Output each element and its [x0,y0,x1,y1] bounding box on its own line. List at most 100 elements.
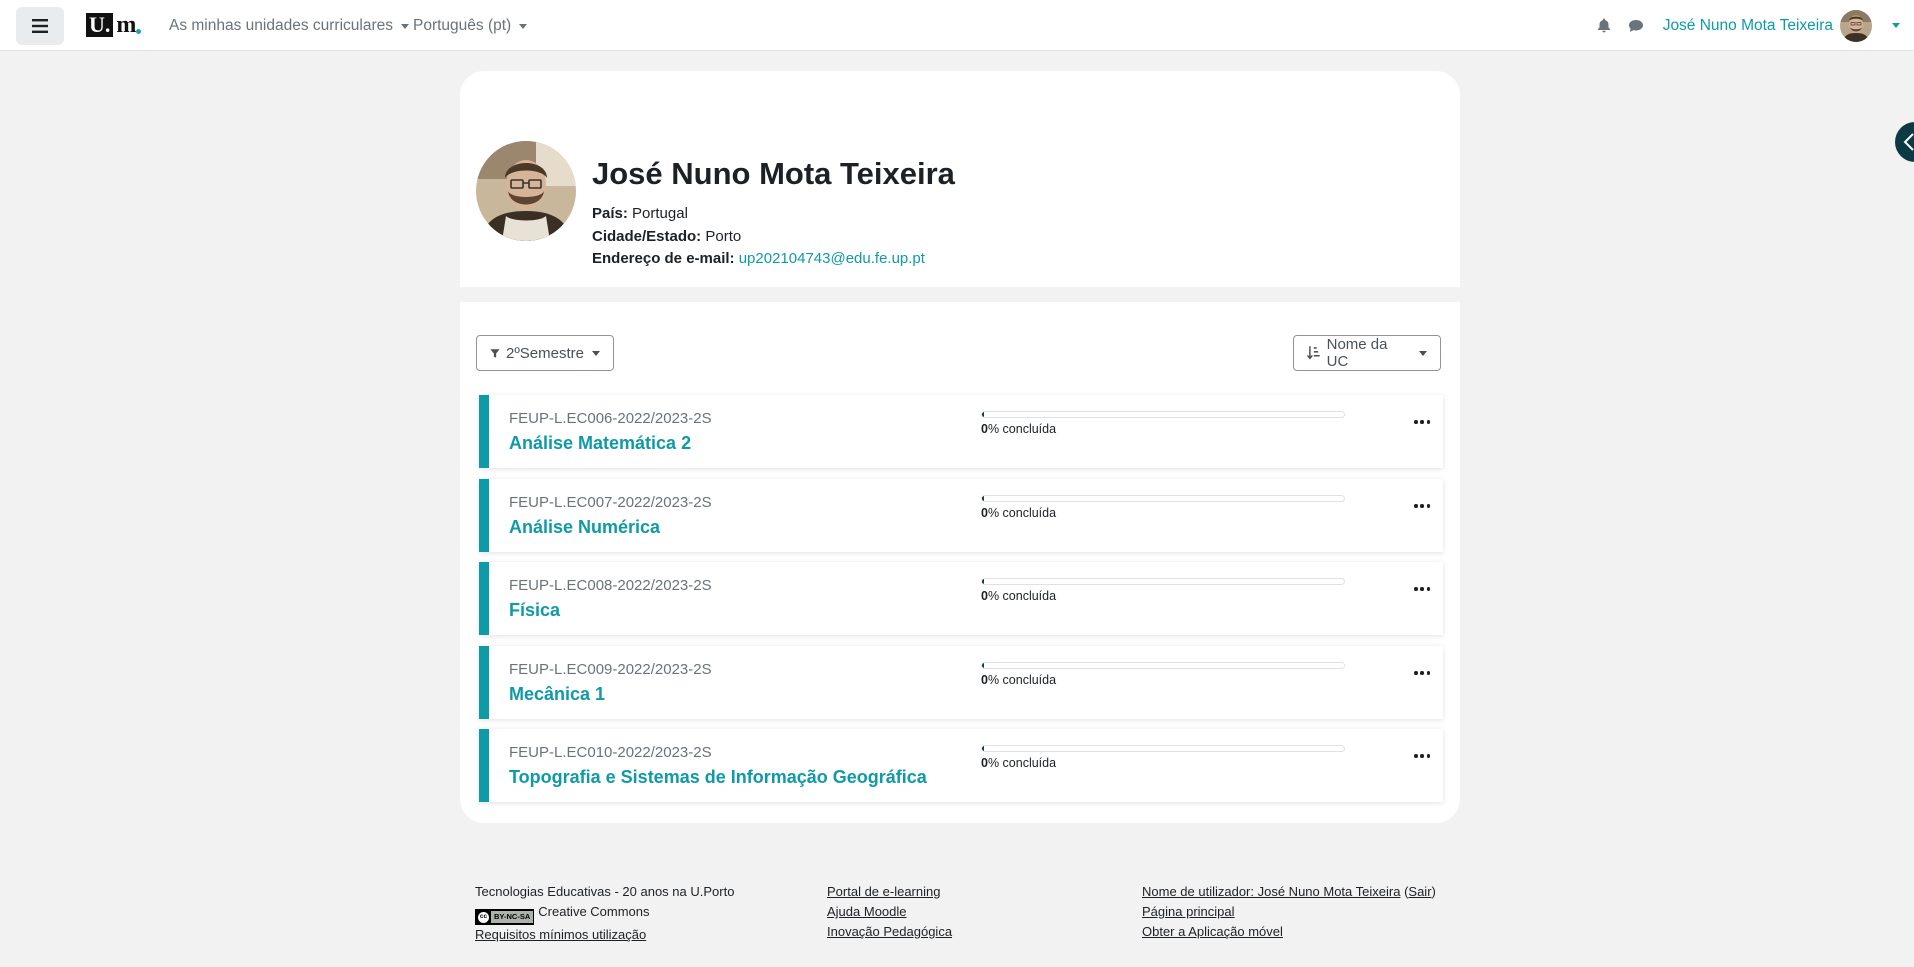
filter-label: 2ºSemestre [505,344,584,362]
chevron-left-icon [1903,133,1914,151]
course-code: FEUP-L.EC010-2022/2023-2S [509,744,712,761]
progress-fill [982,496,984,501]
course-actions-button[interactable] [1414,501,1430,511]
profile-country: País: Portugal [592,205,688,222]
course-title-link[interactable]: Análise Matemática 2 [509,433,691,454]
course-code: FEUP-L.EC007-2022/2023-2S [509,494,712,511]
progress-text: 0% concluída [981,756,1057,770]
course-title-link[interactable]: Mecânica 1 [509,684,605,705]
progress-fill [982,746,984,751]
course-list-item[interactable]: FEUP-L.EC010-2022/2023-2S Topografia e S… [479,729,1443,802]
city-label: Cidade/Estado: [592,228,702,245]
chevron-down-icon [592,350,600,356]
notifications-button[interactable] [1593,15,1615,37]
progress-text: 0% concluída [981,506,1057,520]
site-logo[interactable]: U. m [86,11,142,38]
sort-icon [1307,346,1320,360]
course-color-bar [479,729,489,802]
course-code: FEUP-L.EC009-2022/2023-2S [509,661,712,678]
username-link[interactable]: Nome de utilizador: José Nuno Mota Teixe… [1142,884,1400,899]
progress-fill [982,412,984,417]
course-title-link[interactable]: Topografia e Sistemas de Informação Geog… [509,767,927,788]
user-menu-chevron-down-icon[interactable] [1892,23,1900,28]
course-color-bar [479,395,489,468]
course-title-link[interactable]: Análise Numérica [509,517,660,538]
progress-text: 0% concluída [981,422,1057,436]
progress-bar [981,745,1345,752]
creative-commons-badge[interactable]: cc BY-NC-SA [475,909,535,925]
logo-mark: U. [86,13,114,37]
user-avatar[interactable] [1840,9,1872,42]
footer-column-about: Tecnologias Educativas - 20 anos na U.Po… [475,882,734,945]
top-navbar: U. m As minhas unidades curriculares Por… [0,0,1914,51]
progress-text: 0% concluída [981,589,1057,603]
hamburger-icon [32,19,48,33]
profile-name: José Nuno Mota Teixeira [592,156,955,191]
moodle-help-link[interactable]: Ajuda Moodle [827,904,907,919]
chevron-down-icon [401,23,409,29]
profile-avatar [476,141,576,241]
course-actions-button[interactable] [1414,751,1430,761]
logo-wordmark: m [116,11,136,38]
user-area: José Nuno Mota Teixeira [1593,0,1900,51]
course-code: FEUP-L.EC006-2022/2023-2S [509,410,712,427]
filter-icon [490,348,500,358]
bell-icon [1597,18,1610,33]
logo-dot [136,28,142,34]
license-text: Creative Commons [538,904,650,919]
open-drawer-button[interactable] [1895,122,1914,162]
progress-bar [981,578,1345,585]
sort-label: Nome da UC [1326,336,1388,370]
profile-city: Cidade/Estado: Porto [592,228,741,245]
home-page-link[interactable]: Página principal [1142,904,1235,919]
logged-in-info: Nome de utilizador: José Nuno Mota Teixe… [1142,884,1436,899]
progress-fill [982,579,984,584]
course-list-item[interactable]: FEUP-L.EC007-2022/2023-2S Análise Numéri… [479,479,1443,552]
course-actions-button[interactable] [1414,668,1430,678]
course-color-bar [479,479,489,552]
sort-dropdown-button[interactable]: Nome da UC [1293,335,1441,371]
filter-dropdown-button[interactable]: 2ºSemestre [476,335,614,371]
course-list-item[interactable]: FEUP-L.EC009-2022/2023-2S Mecânica 1 0% … [479,646,1443,719]
my-courses-label: As minhas unidades curriculares [169,17,393,34]
course-color-bar [479,562,489,635]
user-name[interactable]: José Nuno Mota Teixeira [1663,17,1833,35]
progress-bar [981,662,1345,669]
city-value: Porto [705,228,742,245]
mobile-app-link[interactable]: Obter a Aplicação móvel [1142,924,1283,939]
requirements-link[interactable]: Requisitos mínimos utilização [475,927,646,942]
chevron-down-icon [519,23,528,29]
my-courses-menu[interactable]: As minhas unidades curriculares [169,17,409,35]
course-actions-button[interactable] [1414,417,1430,427]
footer-license: cc BY-NC-SA Creative Commons [475,902,734,925]
pedagogical-innovation-link[interactable]: Inovação Pedagógica [827,924,952,939]
hamburger-menu-button[interactable] [16,7,64,45]
footer-column-links: Portal de e-learning Ajuda Moodle Inovaç… [827,882,952,942]
chevron-down-icon [1419,350,1427,356]
footer-column-user: Nome de utilizador: José Nuno Mota Teixe… [1142,882,1436,942]
course-list-item[interactable]: FEUP-L.EC006-2022/2023-2S Análise Matemá… [479,395,1443,468]
course-title-link[interactable]: Física [509,600,560,621]
progress-bar [981,495,1345,502]
language-menu[interactable]: Português (pt) [413,17,528,35]
language-label: Português (pt) [413,17,512,34]
course-overview: 2ºSemestre Nome da UC FEUP-L.EC006-2022/… [460,302,1460,823]
course-color-bar [479,646,489,719]
profile-email: Endereço de e-mail: up202104743@edu.fe.u… [592,250,925,267]
footer-tagline: Tecnologias Educativas - 20 anos na U.Po… [475,884,735,899]
logout-link[interactable]: Sair [1408,884,1431,899]
progress-text: 0% concluída [981,673,1057,687]
messages-button[interactable] [1625,15,1647,37]
profile-header: José Nuno Mota Teixeira País: Portugal C… [460,71,1460,287]
progress-bar [981,411,1345,418]
portal-link[interactable]: Portal de e-learning [827,884,940,899]
course-actions-button[interactable] [1414,584,1430,594]
email-label: Endereço de e-mail: [592,250,735,267]
course-list-item[interactable]: FEUP-L.EC008-2022/2023-2S Física 0% conc… [479,562,1443,635]
email-link[interactable]: up202104743@edu.fe.up.pt [739,250,925,267]
chat-icon [1628,19,1643,32]
progress-fill [982,663,984,668]
country-label: País: [592,205,628,222]
country-value: Portugal [632,205,688,222]
course-code: FEUP-L.EC008-2022/2023-2S [509,577,712,594]
